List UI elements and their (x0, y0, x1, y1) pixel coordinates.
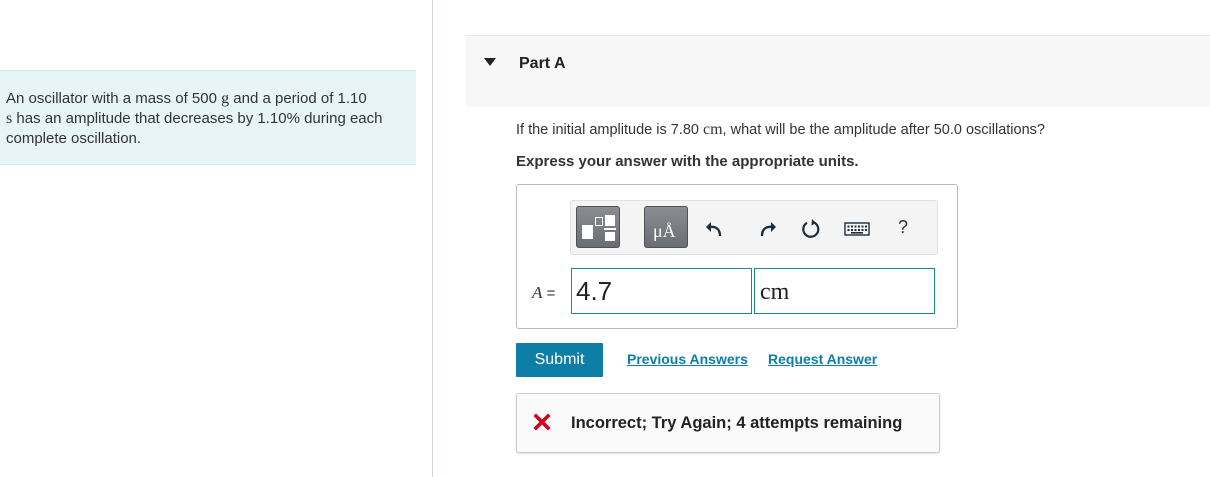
question-text: If the initial amplitude is 7.80 cm, wha… (516, 121, 1045, 139)
units-label: μÅ (653, 221, 676, 241)
problem-statement: An oscillator with a mass of 500 g and a… (0, 70, 416, 165)
redo-icon[interactable] (756, 218, 778, 240)
math-toolbar (570, 200, 938, 255)
column-divider (432, 0, 433, 477)
answer-value-input[interactable]: 4.7 (571, 268, 752, 314)
previous-answers-link[interactable]: Previous Answers (627, 351, 748, 367)
question-unit: cm (703, 121, 723, 138)
instruction-text: Express your answer with the appropriate… (516, 153, 859, 170)
part-header[interactable] (466, 35, 1210, 107)
feedback-text: Incorrect; Try Again; 4 attempts remaini… (571, 414, 903, 432)
reset-icon[interactable] (800, 218, 822, 240)
question-after: , what will be the amplitude after 50.0 … (722, 122, 1045, 138)
request-answer-link[interactable]: Request Answer (768, 351, 877, 367)
collapse-caret-icon[interactable] (484, 58, 496, 66)
help-icon[interactable]: ? (898, 217, 908, 238)
problem-text-1: An oscillator with a mass of 500 (6, 90, 217, 107)
problem-text-3: has an amplitude that decreases by 1.10%… (6, 110, 383, 147)
equals-sign: = (546, 285, 556, 302)
variable-symbol: A (532, 283, 543, 302)
keyboard-icon[interactable] (844, 218, 870, 240)
undo-icon[interactable] (704, 218, 726, 240)
mass-unit: g (221, 90, 230, 107)
period-unit: s (6, 110, 13, 127)
question-before: If the initial amplitude is 7.80 (516, 122, 699, 138)
templates-icon[interactable] (576, 206, 620, 248)
answer-unit-input[interactable]: cm (754, 268, 935, 314)
part-title[interactable]: Part A (519, 55, 566, 73)
problem-text-2: and a period of 1.10 (233, 90, 367, 107)
incorrect-x-icon (533, 413, 551, 431)
submit-button[interactable]: Submit (516, 343, 603, 377)
variable-label: A = (532, 283, 555, 303)
units-icon[interactable]: μÅ (644, 206, 688, 248)
